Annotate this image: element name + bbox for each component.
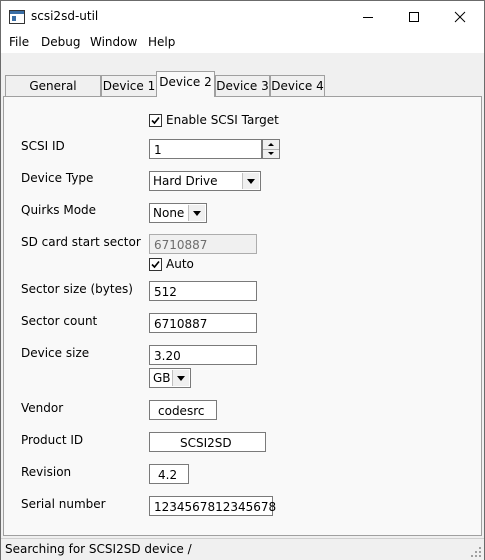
product-id-label: Product ID [21, 433, 84, 447]
vendor-input[interactable]: codesrc [149, 400, 217, 420]
device-size-input[interactable]: 3.20 [149, 345, 257, 365]
close-icon [454, 11, 466, 23]
scsi-id-spinner[interactable] [262, 139, 280, 159]
quirks-mode-value: None [153, 206, 185, 220]
device-type-value: Hard Drive [153, 174, 218, 188]
spin-down-icon[interactable] [263, 149, 279, 158]
sd-start-sector-input: 6710887 [149, 234, 257, 254]
enable-scsi-target-label: Enable SCSI Target [166, 113, 279, 127]
sector-size-label: Sector size (bytes) [21, 282, 133, 296]
revision-input[interactable]: 4.2 [149, 464, 189, 484]
maximize-button[interactable] [391, 1, 437, 33]
menu-window[interactable]: Window [90, 35, 137, 49]
minimize-button[interactable] [345, 1, 391, 33]
app-window: scsi2sd-util File Debug Window Help Gene… [0, 0, 485, 560]
checkmark-icon [151, 116, 160, 125]
sector-size-input[interactable]: 512 [149, 281, 257, 301]
revision-label: Revision [21, 465, 72, 479]
tab-device-3[interactable]: Device 3 [215, 75, 270, 96]
title-bar[interactable]: scsi2sd-util [1, 1, 484, 33]
quirks-mode-select[interactable]: None [149, 203, 207, 223]
auto-checkbox[interactable] [149, 258, 162, 271]
device-settings-panel: Enable SCSI Target SCSI ID 1 Device Type… [3, 96, 482, 536]
tab-device-4[interactable]: Device 4 [270, 75, 325, 96]
status-bar: Searching for SCSI2SD device / [1, 538, 484, 560]
close-button[interactable] [437, 1, 483, 33]
auto-label: Auto [166, 257, 194, 271]
device-type-select[interactable]: Hard Drive [149, 171, 261, 191]
chevron-down-icon [172, 370, 189, 386]
device-tabs: General Settings Device 1 Device 2 Devic… [1, 69, 484, 113]
scsi-id-label: SCSI ID [21, 139, 65, 153]
menu-help[interactable]: Help [148, 35, 175, 49]
menu-bar: File Debug Window Help [1, 33, 484, 53]
chevron-down-icon [188, 205, 205, 221]
chevron-down-icon [242, 173, 259, 189]
tab-general-settings[interactable]: General Settings [5, 75, 101, 113]
maximize-icon [409, 12, 419, 22]
resize-grip-icon[interactable] [470, 546, 482, 558]
enable-scsi-target-checkbox[interactable] [149, 114, 162, 127]
tab-device-1[interactable]: Device 1 [101, 75, 157, 96]
minimize-icon [363, 17, 373, 18]
sector-count-input[interactable]: 6710887 [149, 313, 257, 333]
device-size-unit-select[interactable]: GB [149, 368, 191, 388]
scsi-id-input[interactable]: 1 [149, 139, 262, 159]
menu-file[interactable]: File [9, 35, 29, 49]
vendor-label: Vendor [21, 401, 64, 415]
menu-debug[interactable]: Debug [41, 35, 80, 49]
device-size-label: Device size [21, 346, 90, 360]
tab-device-2[interactable]: Device 2 [156, 71, 215, 97]
serial-number-input[interactable]: 1234567812345678 [149, 496, 276, 516]
app-icon [9, 10, 25, 24]
product-id-input[interactable]: SCSI2SD [149, 432, 266, 452]
sd-start-sector-label: SD card start sector [21, 235, 141, 249]
device-type-label: Device Type [21, 171, 94, 185]
device-size-unit-value: GB [153, 371, 171, 385]
serial-number-label: Serial number [21, 497, 106, 511]
window-title: scsi2sd-util [31, 9, 99, 23]
checkmark-icon [151, 260, 160, 269]
quirks-mode-label: Quirks Mode [21, 203, 97, 217]
status-text: Searching for SCSI2SD device / [5, 542, 192, 556]
sector-count-label: Sector count [21, 314, 98, 328]
